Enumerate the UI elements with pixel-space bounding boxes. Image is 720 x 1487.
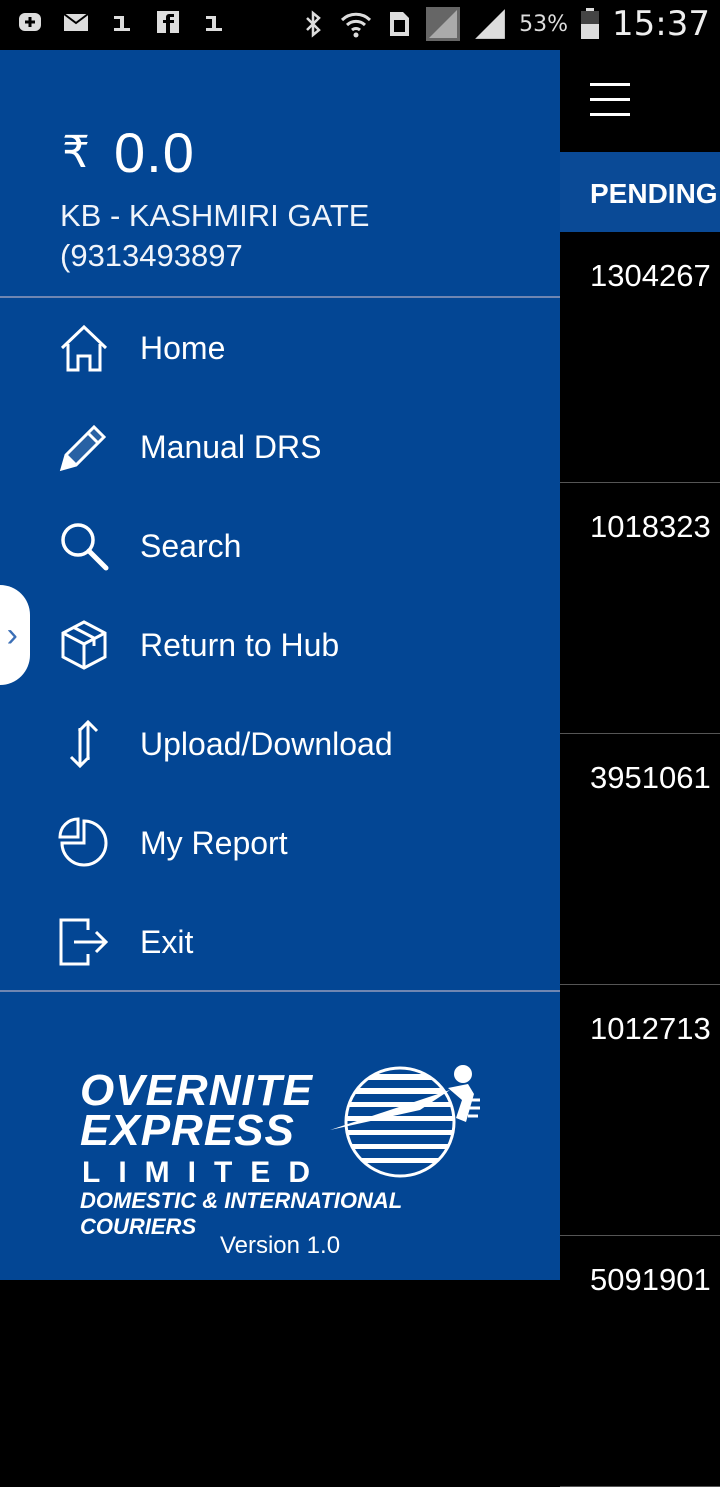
- menu-item-manual-drs[interactable]: Manual DRS: [0, 397, 560, 496]
- battery-icon: [581, 8, 600, 39]
- rupee-symbol: ₹: [62, 128, 90, 177]
- pencil-icon: [59, 424, 107, 472]
- list-item[interactable]: 3951061: [560, 734, 720, 985]
- list-item[interactable]: 1018323: [560, 483, 720, 734]
- branch-name: KB - KASHMIRI GATE (9313493897: [60, 198, 370, 273]
- balance-amount: 0.0: [114, 121, 195, 184]
- navigation-drawer: ₹ 0.0 KB - KASHMIRI GATE (9313493897 Hom…: [0, 50, 560, 1280]
- up-down-arrows-icon: [69, 719, 99, 769]
- tab-bar: PENDING: [560, 152, 720, 232]
- signal-full-icon: [475, 9, 505, 39]
- tab-pending[interactable]: PENDING: [590, 178, 718, 210]
- drawer-handle[interactable]: ›: [0, 585, 30, 685]
- add-notification-icon: [19, 13, 41, 31]
- menu-item-search[interactable]: Search: [0, 496, 560, 595]
- one-icon: [114, 16, 130, 31]
- menu-item-home[interactable]: Home: [0, 298, 560, 397]
- app-version: Version 1.0: [219, 1232, 341, 1259]
- globe-runner-icon: [330, 1065, 480, 1178]
- signal-icon: [426, 7, 461, 41]
- notification-icons: [16, 8, 228, 36]
- wifi-icon: [341, 12, 372, 38]
- menu-item-exit[interactable]: Exit: [0, 892, 560, 991]
- background-app: PENDING 1304267 1018323 3951061 1012713 …: [560, 50, 720, 1487]
- menu-item-return-to-hub[interactable]: Return to Hub: [0, 595, 560, 694]
- battery-percent: 53%: [519, 11, 569, 37]
- facebook-icon: [157, 11, 179, 33]
- hamburger-menu-icon[interactable]: [590, 83, 630, 117]
- exit-icon: [59, 918, 109, 966]
- home-icon: [60, 324, 108, 372]
- chevron-right-icon: ›: [6, 616, 18, 654]
- mail-icon: [63, 13, 89, 31]
- menu-item-my-report[interactable]: My Report: [0, 793, 560, 892]
- list-item[interactable]: 1304267: [560, 232, 720, 483]
- divider: [0, 990, 560, 992]
- bluetooth-icon: [306, 10, 321, 38]
- list-item[interactable]: 1012713: [560, 985, 720, 1236]
- one-icon: [206, 16, 222, 31]
- company-logo: OVERNITE EXPRESS LIMITED DOMESTIC & INTE…: [80, 1060, 480, 1239]
- wallet-balance: ₹ 0.0: [62, 120, 195, 185]
- box-icon: [61, 620, 107, 670]
- pie-chart-icon: [58, 817, 108, 867]
- system-icons: 53% 15:37: [299, 4, 710, 44]
- search-icon: [61, 523, 109, 571]
- sim-icon: [390, 12, 410, 36]
- clock: 15:37: [612, 4, 710, 44]
- menu-item-upload-download[interactable]: Upload/Download: [0, 694, 560, 793]
- status-bar: 53% 15:37: [0, 0, 720, 50]
- list-item[interactable]: 5091901: [560, 1236, 720, 1487]
